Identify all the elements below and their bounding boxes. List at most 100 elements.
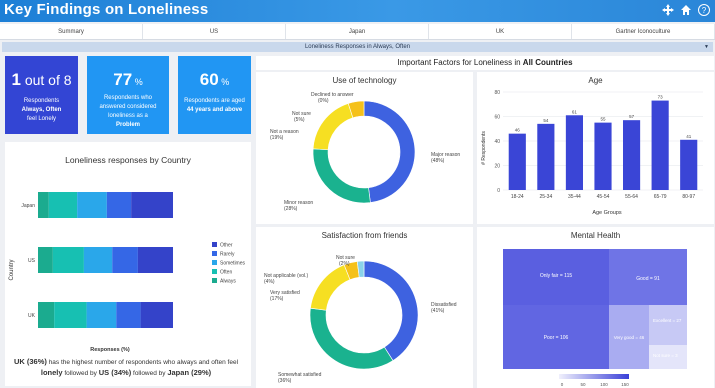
age-y-tick: 20 bbox=[494, 163, 500, 169]
kpi-label: Always, Often bbox=[21, 107, 62, 113]
caption-text: has the highest number of respondents wh… bbox=[46, 359, 239, 366]
country-bar-segment[interactable] bbox=[52, 247, 84, 273]
donut-slice[interactable] bbox=[312, 148, 371, 204]
country-bar-segment[interactable] bbox=[38, 192, 49, 218]
svg-text:Somewhat satisfied(36%): Somewhat satisfied (36%) bbox=[278, 372, 322, 384]
country-bar-segment[interactable] bbox=[112, 247, 138, 273]
donut-slice[interactable] bbox=[363, 100, 416, 203]
factors-title: Important Factors for Loneliness in All … bbox=[256, 56, 714, 70]
kpi-label: loneliness as a bbox=[108, 113, 148, 119]
treemap-label: Not sure = 3 bbox=[653, 353, 678, 358]
donut-slice[interactable] bbox=[310, 264, 351, 311]
nav-tabs: Summary US Japan UK Gartner Iconoculture bbox=[0, 24, 715, 40]
donut-slice[interactable] bbox=[312, 103, 354, 151]
age-bar-label: 57 bbox=[629, 114, 635, 119]
scale-tick: 150 bbox=[621, 382, 629, 387]
kpi-label: Respondents who bbox=[103, 95, 153, 101]
kpi-value-suffix: % bbox=[218, 77, 230, 87]
chevron-down-icon[interactable]: ▼ bbox=[704, 44, 709, 50]
age-y-tick: 80 bbox=[494, 90, 500, 96]
friends-panel: Satisfaction from friends Not sure (2%) N… bbox=[256, 227, 473, 388]
kpi-value: 1 bbox=[11, 70, 21, 89]
country-bar-segment[interactable] bbox=[86, 302, 117, 328]
app-header: Key Findings on Loneliness ? bbox=[0, 0, 715, 22]
age-x-tick: 80-97 bbox=[682, 194, 695, 200]
age-bar[interactable] bbox=[651, 100, 669, 190]
kpi-one-in-eight: 1 out of 8 Respondents Always, Often fee… bbox=[5, 56, 78, 134]
age-bar-label: 54 bbox=[543, 118, 549, 123]
country-bar-segment[interactable] bbox=[131, 192, 173, 218]
country-bar-segment[interactable] bbox=[137, 247, 173, 273]
legend-label: Always bbox=[220, 279, 236, 285]
filter-bar[interactable]: Loneliness Responses in Always, Often ▼ bbox=[2, 42, 713, 52]
age-bar[interactable] bbox=[508, 133, 526, 190]
country-bar-segment[interactable] bbox=[116, 302, 141, 328]
svg-text:Dissatisfied(41%): Dissatisfied (41%) bbox=[431, 302, 457, 314]
tab-uk[interactable]: UK bbox=[429, 24, 572, 39]
home-icon[interactable] bbox=[679, 3, 693, 17]
tab-japan[interactable]: Japan bbox=[286, 24, 429, 39]
age-y-tick: 40 bbox=[494, 139, 500, 145]
age-bar[interactable] bbox=[565, 115, 583, 190]
svg-text:Minor reason(28%): Minor reason (28%) bbox=[284, 200, 313, 212]
tab-gartner[interactable]: Gartner Iconoculture bbox=[572, 24, 715, 39]
legend-label: Rarely bbox=[220, 252, 235, 258]
age-x-tick: 25-34 bbox=[539, 194, 552, 200]
country-bar-segment[interactable] bbox=[77, 192, 107, 218]
help-icon[interactable]: ? bbox=[697, 3, 711, 17]
age-bar[interactable] bbox=[680, 139, 698, 190]
country-panel: Loneliness responses by Country Country … bbox=[5, 142, 251, 386]
treemap-label: Poor = 106 bbox=[544, 335, 569, 341]
kpi-label: answered considered bbox=[99, 104, 157, 110]
caption-text: followed by bbox=[62, 370, 99, 377]
treemap-label: Excellent = 27 bbox=[653, 318, 682, 323]
country-bar-segment[interactable] bbox=[38, 302, 55, 328]
age-x-tick: 18-24 bbox=[511, 194, 524, 200]
country-y-tick: UK bbox=[28, 313, 36, 319]
tech-donut-chart: Declined to answer (0%) Not sure (5%) Not … bbox=[270, 92, 460, 212]
age-bar-label: 55 bbox=[600, 117, 606, 122]
friends-chart-title: Satisfaction from friends bbox=[321, 231, 408, 240]
tab-us[interactable]: US bbox=[143, 24, 286, 39]
country-bar-segment[interactable] bbox=[106, 192, 132, 218]
treemap-label: Only fair = 115 bbox=[540, 273, 573, 279]
age-y-axis-title: # Respondents bbox=[481, 131, 487, 165]
country-bar-segment[interactable] bbox=[83, 247, 113, 273]
caption-lonely: lonely bbox=[40, 368, 63, 377]
kpi-label: 44 years and above bbox=[186, 107, 243, 113]
age-bar-chart: 0 20 40 60 80 46 18-24 54 25-34 61 35-44 55 45-54 57… bbox=[481, 90, 703, 216]
age-bar-label: 61 bbox=[572, 109, 578, 114]
app-title: Key Findings on Loneliness bbox=[4, 1, 209, 18]
filter-label: Loneliness Responses in Always, Often bbox=[304, 44, 411, 50]
age-bar-label: 41 bbox=[686, 134, 692, 139]
scale-tick: 100 bbox=[600, 382, 608, 387]
donut-slice[interactable] bbox=[363, 260, 419, 362]
country-bar-segment[interactable] bbox=[48, 192, 78, 218]
header-icons: ? bbox=[661, 3, 711, 17]
country-bar-segment[interactable] bbox=[38, 247, 53, 273]
country-bar-segment[interactable] bbox=[140, 302, 173, 328]
age-y-tick: 0 bbox=[497, 188, 500, 194]
age-y-tick: 60 bbox=[494, 114, 500, 120]
legend-label: Other bbox=[220, 243, 233, 249]
treemap-label: Very good = 46 bbox=[614, 335, 645, 340]
age-x-tick: 65-79 bbox=[654, 194, 667, 200]
kpi-label: Respondents bbox=[23, 98, 60, 104]
donut-slice[interactable] bbox=[309, 307, 394, 370]
tech-chart-title: Use of technology bbox=[332, 76, 397, 85]
age-bar[interactable] bbox=[594, 122, 612, 190]
kpi-value: 60 bbox=[199, 70, 219, 89]
age-bar-label: 73 bbox=[658, 95, 664, 100]
country-x-axis-title: Responses (%) bbox=[90, 347, 130, 353]
treemap-cell-excellent[interactable] bbox=[649, 305, 687, 345]
age-bar[interactable] bbox=[623, 120, 641, 190]
scale-tick: 50 bbox=[580, 382, 586, 387]
age-bar[interactable] bbox=[537, 123, 555, 190]
kpi-label: Problem bbox=[115, 122, 140, 128]
kpi-age: 60 % Respondents are aged 44 years and a… bbox=[178, 56, 251, 134]
age-x-tick: 35-44 bbox=[568, 194, 581, 200]
country-caption: UK (36%) has the highest number of respo… bbox=[4, 357, 248, 379]
tab-summary[interactable]: Summary bbox=[0, 24, 143, 39]
country-bar-segment[interactable] bbox=[54, 302, 87, 328]
move-icon[interactable] bbox=[661, 3, 675, 17]
